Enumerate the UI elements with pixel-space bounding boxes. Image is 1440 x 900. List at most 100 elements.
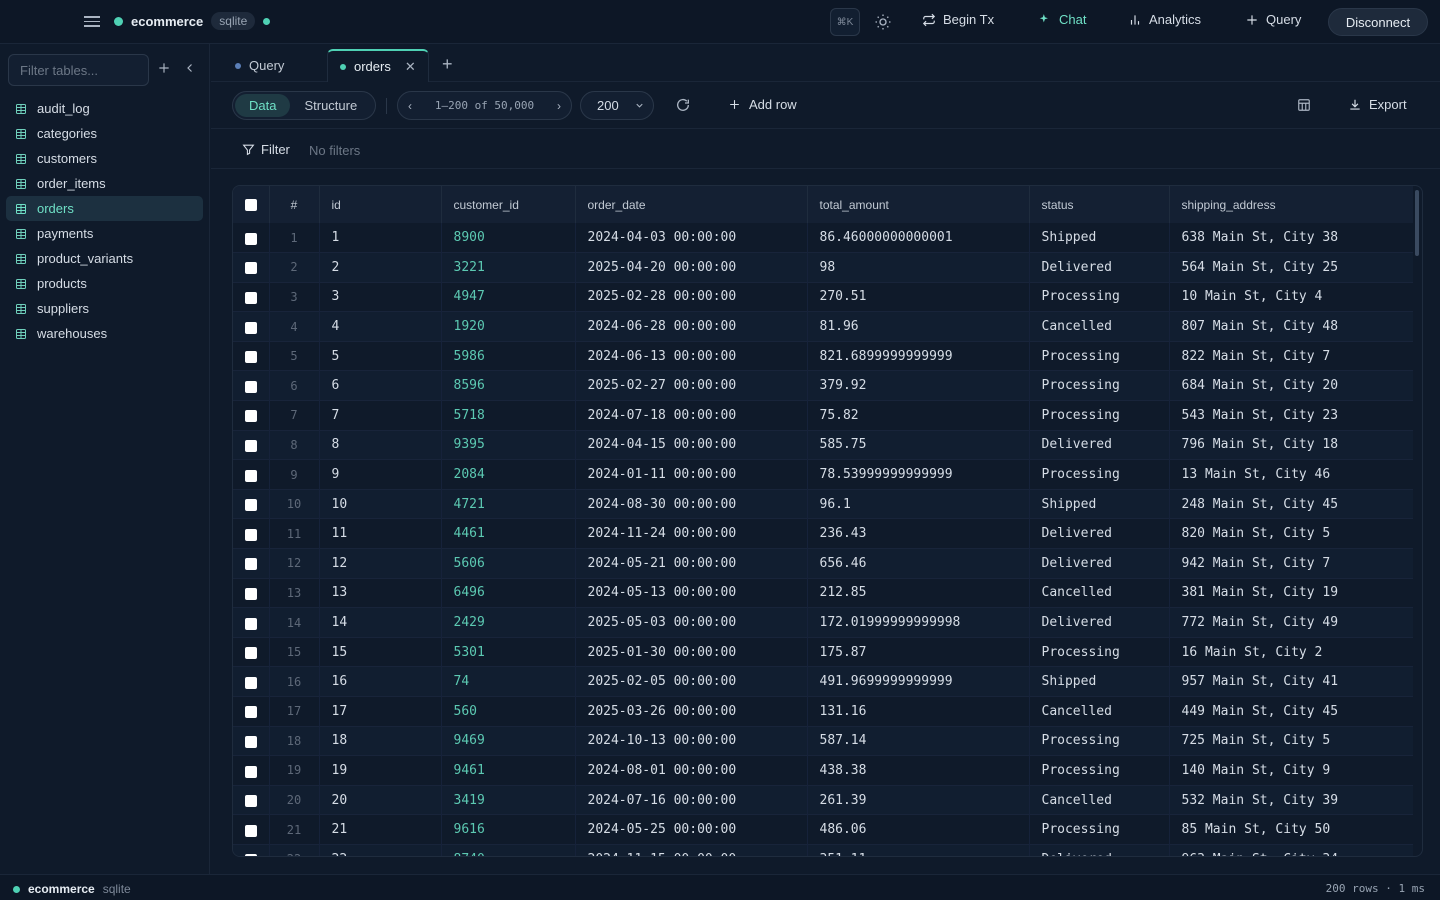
cell-id[interactable]: 3 [319, 282, 442, 312]
cell-status[interactable]: Processing [1029, 755, 1170, 786]
row-checkbox[interactable] [244, 647, 257, 660]
table-row[interactable]: 222287402024-11-15 00:00:00351.11Deliver… [233, 844, 1413, 856]
cell-customer-id[interactable]: 3419 [441, 785, 576, 815]
row-checkbox[interactable] [244, 321, 257, 334]
cell-shipping-address[interactable]: 822 Main St, City 7 [1169, 341, 1413, 371]
cell-id[interactable]: 17 [319, 696, 442, 727]
cell-id[interactable]: 2 [319, 252, 442, 283]
column-header[interactable]: order_date [575, 186, 808, 223]
menu-icon[interactable] [84, 13, 100, 29]
row-checkbox[interactable] [244, 735, 257, 748]
cell-status[interactable]: Delivered [1029, 430, 1170, 460]
table-row[interactable]: 17 17 560 2025-03-26 00:00:00 131.16 Cancelle… [233, 696, 1413, 727]
cell-order-date[interactable]: 2024-05-25 00:00:00 [575, 814, 808, 845]
row-checkbox[interactable] [244, 380, 257, 393]
cell-customer-id[interactable]: 4947 [441, 282, 576, 312]
cell-status[interactable]: Processing [1029, 282, 1170, 312]
table-row[interactable]: 13 13 6496 2024-05-13 00:00:00 212.85 Cancell… [233, 578, 1413, 608]
cell-id[interactable]: 5 [319, 341, 442, 371]
cell-total-amount[interactable]: 75.82 [807, 400, 1030, 431]
cell-shipping-address[interactable]: 248 Main St, City 45 [1169, 489, 1413, 519]
table-row[interactable]: 8 8 9395 2024-04-15 00:00:00 585.75 Delivered… [233, 430, 1413, 460]
table-row[interactable]: 9 9 2084 2024-01-11 00:00:00 78.539999999999… [233, 459, 1413, 490]
cell-id[interactable]: 7 [319, 400, 442, 431]
cell-total-amount[interactable]: 261.39 [807, 785, 1030, 815]
cell-order-date[interactable]: 2024-10-13 00:00:00 [575, 726, 808, 756]
cell-order-date[interactable]: 2025-02-05 00:00:00 [575, 666, 808, 697]
cell-id[interactable]: 20 [319, 785, 442, 815]
cell-total-amount[interactable]: 379.92 [807, 370, 1030, 401]
chat-button[interactable]: Chat [1038, 12, 1086, 27]
cell-status[interactable]: Processing [1029, 637, 1170, 667]
cell-total-amount[interactable]: 351.11 [807, 844, 1030, 856]
next-page-icon[interactable]: › [557, 99, 561, 113]
row-checkbox[interactable] [244, 676, 257, 689]
column-header[interactable]: shipping_address [1169, 186, 1413, 223]
cell-shipping-address[interactable]: 381 Main St, City 19 [1169, 578, 1413, 608]
cell-shipping-address[interactable]: 772 Main St, City 49 [1169, 608, 1413, 638]
cell-id[interactable]: 11 [319, 518, 442, 549]
cell-customer-id[interactable]: 5986 [441, 341, 576, 371]
cell-shipping-address[interactable]: 85 Main St, City 50 [1169, 815, 1413, 845]
cell-shipping-address[interactable]: 16 Main St, City 2 [1169, 637, 1413, 667]
table-row[interactable]: 20 20 3419 2024-07-16 00:00:00 261.39 Cancell… [233, 785, 1413, 815]
add-table-icon[interactable] [157, 61, 171, 75]
cell-id[interactable]: 16 [319, 666, 442, 697]
table-row[interactable]: 1 1 8900 2024-04-03 00:00:00 86.460000000000… [233, 223, 1413, 253]
table-row[interactable]: 16 16 74 2025-02-05 00:00:00 491.96999999999… [233, 666, 1413, 697]
cell-status[interactable]: Delivered [1029, 518, 1170, 549]
row-checkbox[interactable] [244, 292, 257, 305]
table-row[interactable]: 19 19 9461 2024-08-01 00:00:00 438.38 Process… [233, 755, 1413, 786]
cell-order-date[interactable]: 2024-01-11 00:00:00 [575, 459, 808, 490]
cell-order-date[interactable]: 2024-06-28 00:00:00 [575, 311, 808, 342]
cell-order-date[interactable]: 2024-06-13 00:00:00 [575, 341, 808, 371]
cell-status[interactable]: Shipped [1029, 223, 1170, 253]
columns-icon[interactable] [1297, 98, 1311, 112]
sidebar-item-suppliers[interactable]: suppliers [6, 296, 203, 321]
tab-query[interactable]: Query [235, 49, 284, 82]
cell-id[interactable]: 1 [319, 223, 442, 253]
cell-id[interactable]: 10 [319, 489, 442, 519]
cell-status[interactable]: Processing [1029, 726, 1170, 756]
table-row[interactable]: 10 10 4721 2024-08-30 00:00:00 96.1 Shipped 24… [233, 489, 1413, 519]
cell-total-amount[interactable]: 236.43 [807, 518, 1030, 549]
cell-shipping-address[interactable]: 957 Main St, City 41 [1169, 667, 1413, 697]
sidebar-item-audit-log[interactable]: audit_log [6, 96, 203, 121]
cell-customer-id[interactable]: 8596 [441, 370, 576, 401]
cell-id[interactable]: 19 [319, 755, 442, 786]
cell-customer-id[interactable]: 4721 [441, 489, 576, 519]
cell-order-date[interactable]: 2025-01-30 00:00:00 [575, 637, 808, 667]
cell-total-amount[interactable]: 96.1 [807, 489, 1030, 519]
cell-status[interactable]: Cancelled [1029, 696, 1170, 727]
table-row[interactable]: 2 2 3221 2025-04-20 00:00:00 98 Delivered 564 … [233, 252, 1413, 283]
cell-shipping-address[interactable]: 725 Main St, City 5 [1169, 726, 1413, 756]
cell-total-amount[interactable]: 98 [807, 252, 1030, 283]
cell-order-date[interactable]: 2024-08-30 00:00:00 [575, 489, 808, 519]
row-checkbox[interactable] [244, 795, 257, 808]
row-checkbox[interactable] [244, 528, 257, 541]
cell-order-date[interactable]: 2024-11-24 00:00:00 [575, 518, 808, 549]
filter-button[interactable]: Filter [242, 142, 290, 157]
cell-status[interactable]: Processing [1029, 459, 1170, 490]
row-checkbox[interactable] [244, 440, 257, 453]
row-checkbox[interactable] [244, 351, 257, 364]
table-row[interactable]: 21 21 9616 2024-05-25 00:00:00 486.06 Process… [233, 814, 1413, 845]
cell-total-amount[interactable]: 656.46 [807, 548, 1030, 579]
filter-tables-input[interactable] [8, 54, 149, 86]
cell-total-amount[interactable]: 438.38 [807, 755, 1030, 786]
cell-total-amount[interactable]: 212.85 [807, 578, 1030, 608]
cell-total-amount[interactable]: 486.06 [807, 814, 1030, 845]
cell-customer-id[interactable]: 2429 [441, 607, 576, 638]
cell-shipping-address[interactable]: 684 Main St, City 20 [1169, 371, 1413, 401]
row-checkbox[interactable] [244, 499, 257, 512]
table-row[interactable]: 11 11 4461 2024-11-24 00:00:00 236.43 Deliver… [233, 518, 1413, 549]
data-view-button[interactable]: Data [235, 94, 291, 117]
table-row[interactable]: 3 3 4947 2025-02-28 00:00:00 270.51 Processin… [233, 282, 1413, 312]
cell-status[interactable]: Processing [1029, 370, 1170, 401]
column-header[interactable]: # [269, 186, 320, 223]
sidebar-item-products[interactable]: products [6, 271, 203, 296]
table-row[interactable]: 6 6 8596 2025-02-27 00:00:00 379.92 Processin… [233, 370, 1413, 401]
row-checkbox[interactable] [244, 587, 257, 600]
prev-page-icon[interactable]: ‹ [408, 99, 412, 113]
column-header[interactable]: status [1029, 186, 1170, 223]
